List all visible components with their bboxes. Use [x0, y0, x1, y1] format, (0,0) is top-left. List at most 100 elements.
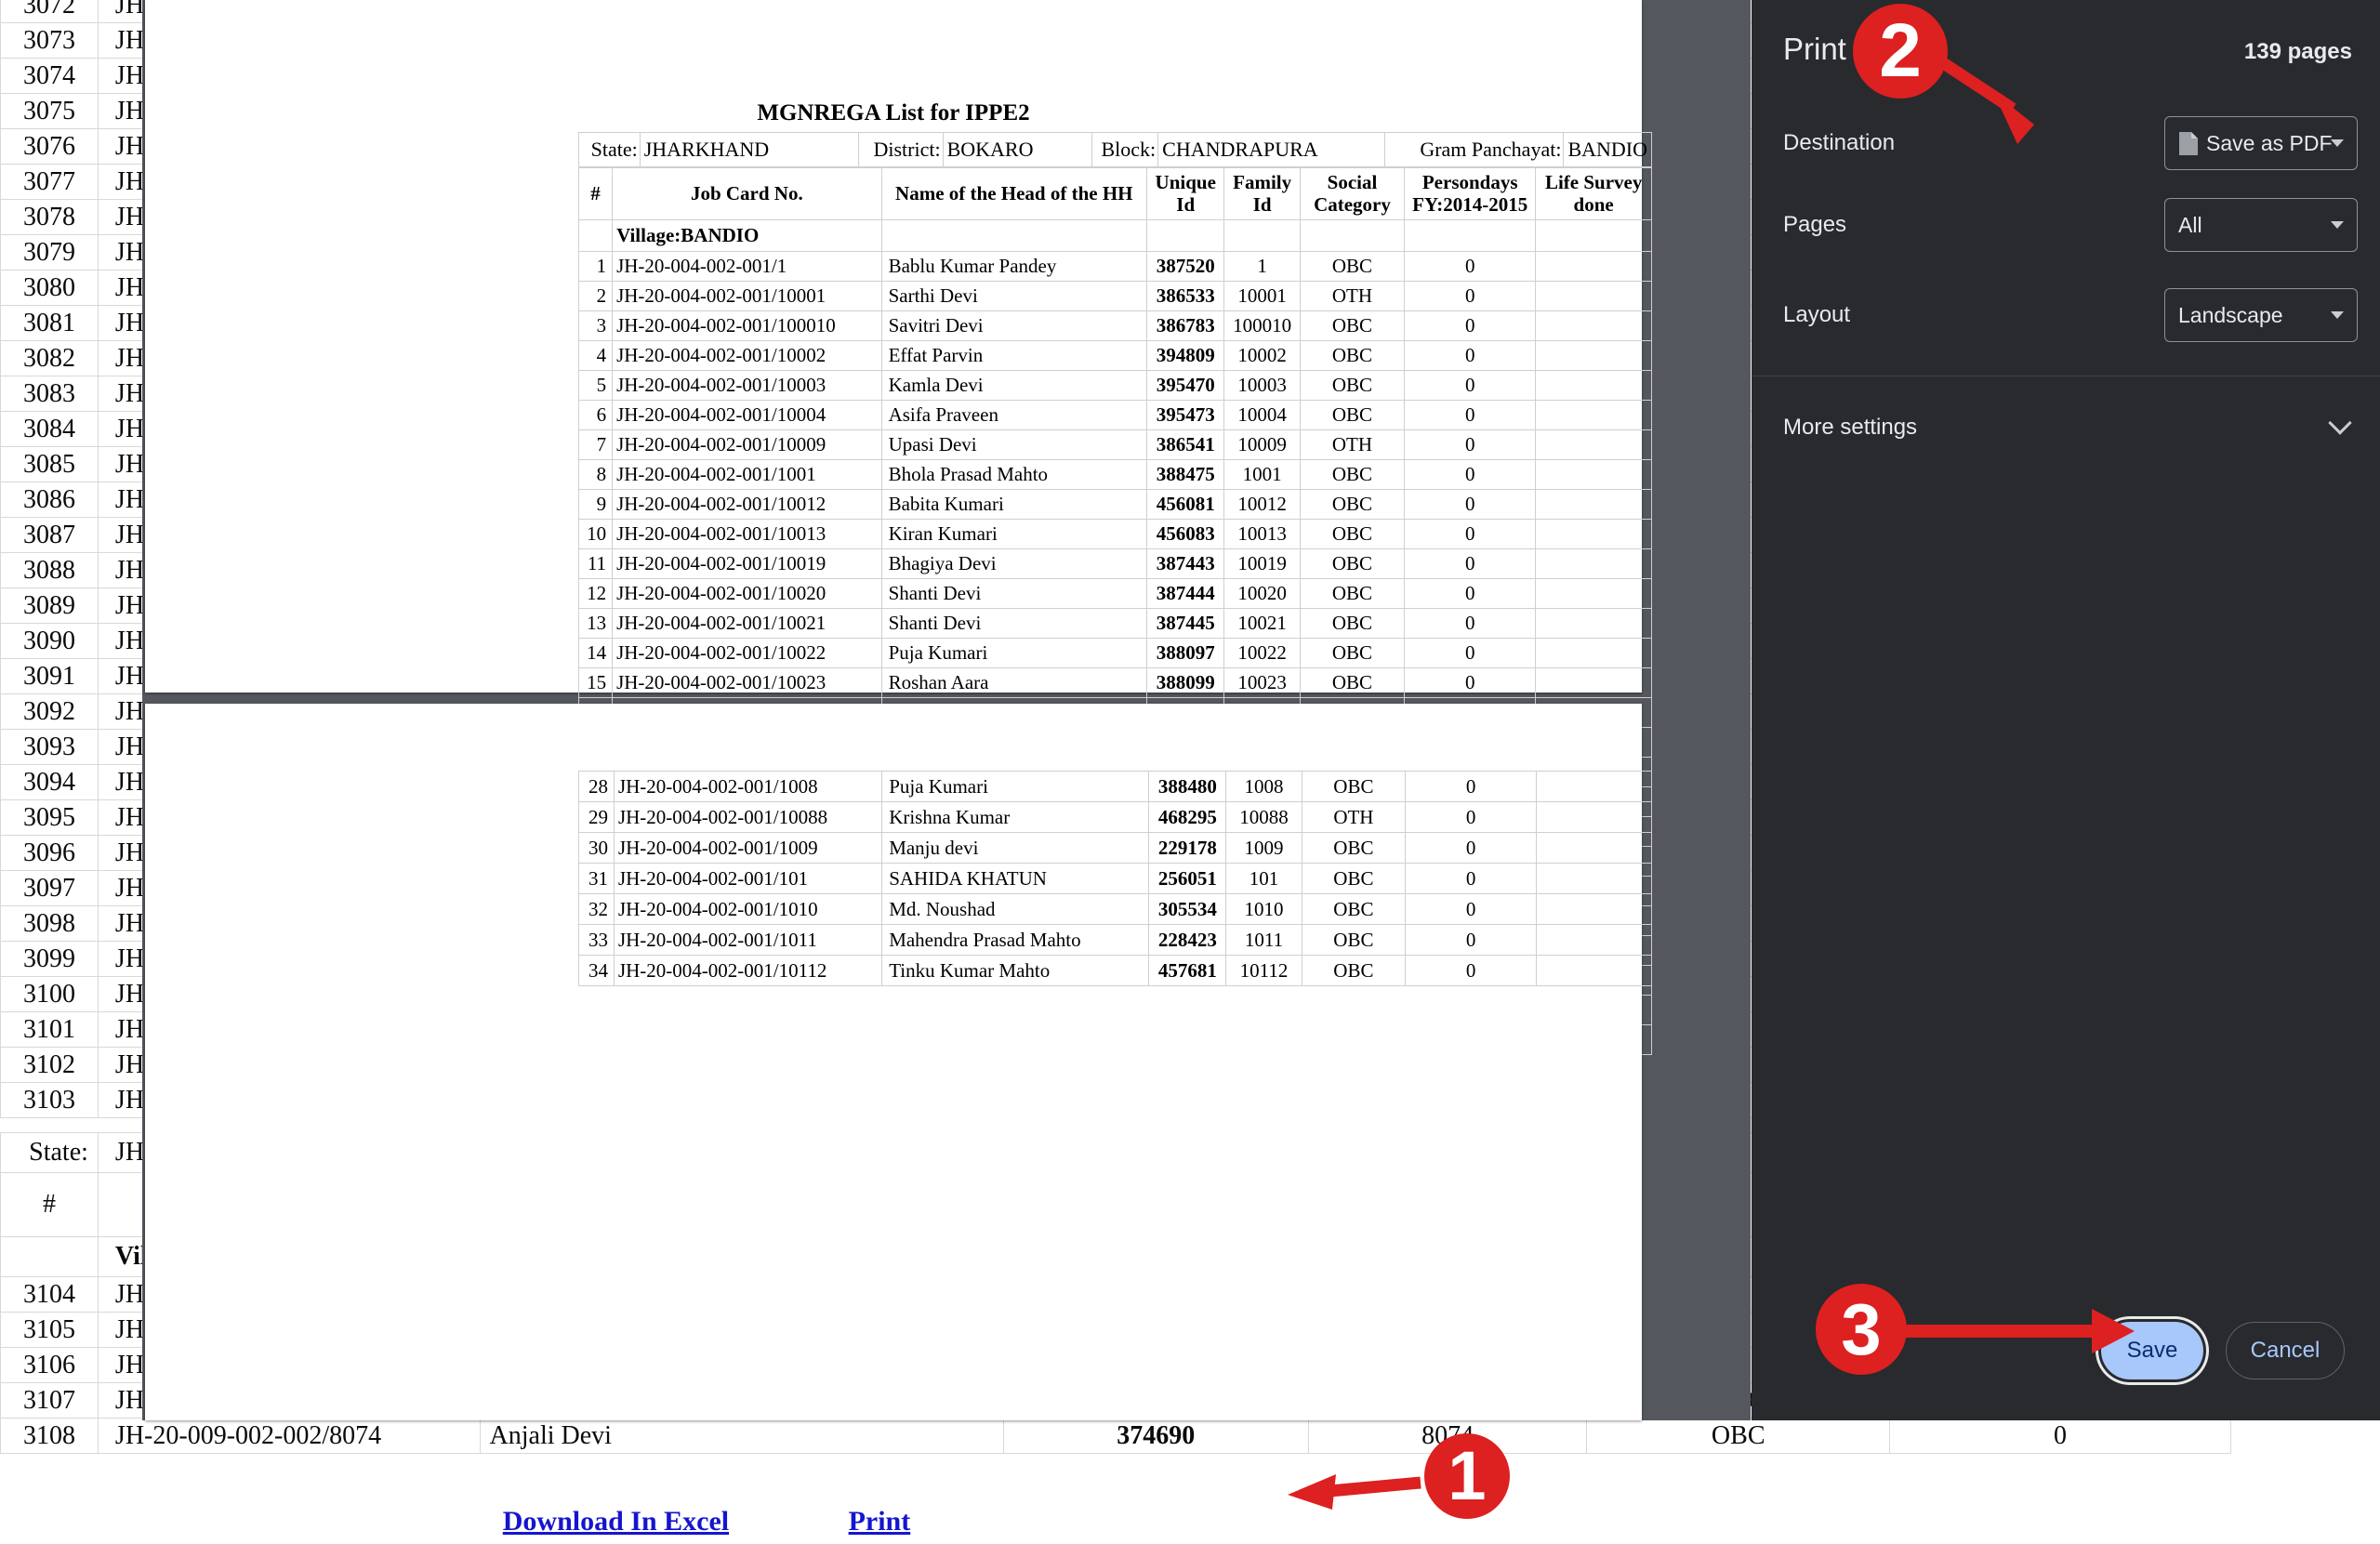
document-column-headers: # Job Card No. Name of the Head of the H…	[577, 166, 1652, 221]
row-index: 34	[578, 955, 615, 986]
layout-select[interactable]: Landscape	[2164, 288, 2358, 342]
row-name: SAHIDA KHATUN	[881, 863, 1150, 894]
row-family-id: 1011	[1225, 924, 1302, 956]
row-job-card: JH-20-004-002-001/10112	[613, 955, 883, 986]
row-job-card: JH-20-004-002-001/101	[613, 863, 883, 894]
meta-district-label: District:	[858, 132, 944, 167]
destination-select[interactable]: Save as PDF	[2164, 116, 2358, 170]
more-settings-toggle[interactable]: More settings	[1752, 400, 2380, 455]
print-dialog: Print 139 pages Destination Save as PDF …	[1752, 0, 2380, 1420]
row-name: Kiran Kumari	[880, 519, 1147, 550]
row-life-survey	[1535, 489, 1652, 521]
pages-value: All	[2178, 212, 2202, 237]
meta-block-value: CHANDRAPURA	[1157, 132, 1386, 167]
row-family-id: 10003	[1223, 370, 1301, 402]
row-unique-id: 457681	[1148, 955, 1227, 986]
row-persondays: 0	[1405, 863, 1537, 894]
row-persondays: 0	[1405, 801, 1537, 833]
download-in-excel-link[interactable]: Download In Excel	[503, 1506, 729, 1537]
row-name: Sarthi Devi	[880, 281, 1147, 312]
print-preview-area: MGNREGA List for IPPE2 State: JHARKHAND …	[142, 0, 1921, 1420]
table-row: 15 JH-20-004-002-001/10023 Roshan Aara 3880…	[577, 667, 1652, 699]
row-name: Bhola Prasad Mahto	[880, 459, 1147, 491]
col-family-id: Family Id	[1223, 166, 1301, 221]
row-category: OBC	[1299, 310, 1406, 342]
row-life-survey	[1535, 893, 1653, 925]
table-row: 34 JH-20-004-002-001/10112 Tinku Kumar Mah…	[578, 955, 1653, 986]
row-job-card: JH-20-004-002-001/1009	[613, 832, 883, 864]
row-life-survey	[1535, 310, 1652, 342]
row-job-card: JH-20-004-002-001/10004	[612, 400, 882, 431]
row-name: Shanti Devi	[880, 608, 1147, 640]
row-index: 3090	[0, 623, 99, 659]
row-category: OBC	[1586, 1418, 1891, 1454]
row-persondays: 0	[1405, 771, 1537, 802]
row-index: 28	[578, 771, 615, 802]
row-name: Shanti Devi	[880, 578, 1147, 610]
row-unique-id: 388097	[1145, 638, 1225, 669]
pdf-document-icon	[2178, 131, 2199, 156]
row-index: 33	[578, 924, 615, 956]
row-family-id: 1	[1223, 251, 1301, 283]
row-category: OBC	[1299, 519, 1406, 550]
table-row: 4 JH-20-004-002-001/10002 Effat Parvin 3948…	[577, 340, 1652, 372]
row-family-id: 10019	[1223, 548, 1301, 580]
row-index: 5	[577, 370, 614, 402]
row-life-survey	[1535, 548, 1652, 580]
row-persondays: 0	[1889, 1418, 2231, 1454]
row-category: OBC	[1299, 638, 1406, 669]
row-index: 3106	[0, 1347, 99, 1383]
save-button[interactable]: Save	[2101, 1322, 2203, 1379]
row-unique-id: 388480	[1148, 771, 1227, 802]
row-life-survey	[1535, 667, 1652, 699]
row-job-card: JH-20-009-002-002/8074	[97, 1418, 481, 1454]
row-unique-id: 388475	[1145, 459, 1225, 491]
annotation-badge-1: 1	[1424, 1433, 1510, 1519]
row-family-id: 10112	[1225, 955, 1302, 986]
row-life-survey	[1535, 924, 1653, 956]
row-index: 3079	[0, 234, 99, 271]
row-index: 10	[577, 519, 614, 550]
table-row: 10 JH-20-004-002-001/10013 Kiran Kumari 456…	[577, 519, 1652, 550]
more-settings-chevron-down-icon	[2328, 411, 2352, 435]
row-family-id: 10002	[1223, 340, 1301, 372]
row-category: OBC	[1301, 863, 1407, 894]
row-life-survey	[1535, 281, 1652, 312]
pages-select[interactable]: All	[2164, 198, 2358, 252]
row-name: Asifa Praveen	[880, 400, 1147, 431]
meta-state-label: State:	[578, 132, 641, 167]
layout-label: Layout	[1783, 302, 1851, 327]
row-category: OBC	[1299, 548, 1406, 580]
row-family-id: 10001	[1223, 281, 1301, 312]
row-index: 3077	[0, 164, 99, 200]
row-job-card: JH-20-004-002-001/10001	[612, 281, 882, 312]
row-job-card: JH-20-004-002-001/10088	[613, 801, 883, 833]
row-life-survey	[1535, 771, 1653, 802]
row-family-id: 10009	[1223, 429, 1301, 461]
table-row: 33 JH-20-004-002-001/1011 Mahendra Prasad …	[578, 924, 1653, 956]
layout-value: Landscape	[2178, 302, 2283, 327]
print-link[interactable]: Print	[849, 1506, 911, 1537]
row-persondays: 0	[1404, 548, 1537, 580]
col-head-name: Name of the Head of the HH	[880, 166, 1147, 221]
row-index: 31	[578, 863, 615, 894]
table-row: 3108 JH-20-009-002-002/8074 Anjali Devi 374…	[0, 1418, 2231, 1454]
meta-panchayat-label: Gram Panchayat:	[1384, 132, 1565, 167]
row-family-id: 10013	[1223, 519, 1301, 550]
row-job-card: JH-20-004-002-001/1008	[613, 771, 883, 802]
meta-block-label: Block:	[1091, 132, 1159, 167]
row-index: 3087	[0, 517, 99, 553]
row-job-card: JH-20-004-002-001/10020	[612, 578, 882, 610]
row-index: 3083	[0, 376, 99, 412]
cancel-button[interactable]: Cancel	[2226, 1322, 2345, 1379]
col-life-survey: Life Survey done	[1535, 166, 1652, 221]
page-count-label: 139 pages	[2243, 39, 2352, 64]
row-index: 3100	[0, 976, 99, 1012]
row-family-id: 101	[1225, 863, 1302, 894]
row-persondays: 0	[1404, 608, 1537, 640]
row-index: 3103	[0, 1082, 99, 1118]
row-life-survey	[1535, 608, 1652, 640]
col-social-category: Social Category	[1299, 166, 1406, 221]
row-name: Upasi Devi	[880, 429, 1147, 461]
row-unique-id: 386541	[1145, 429, 1225, 461]
